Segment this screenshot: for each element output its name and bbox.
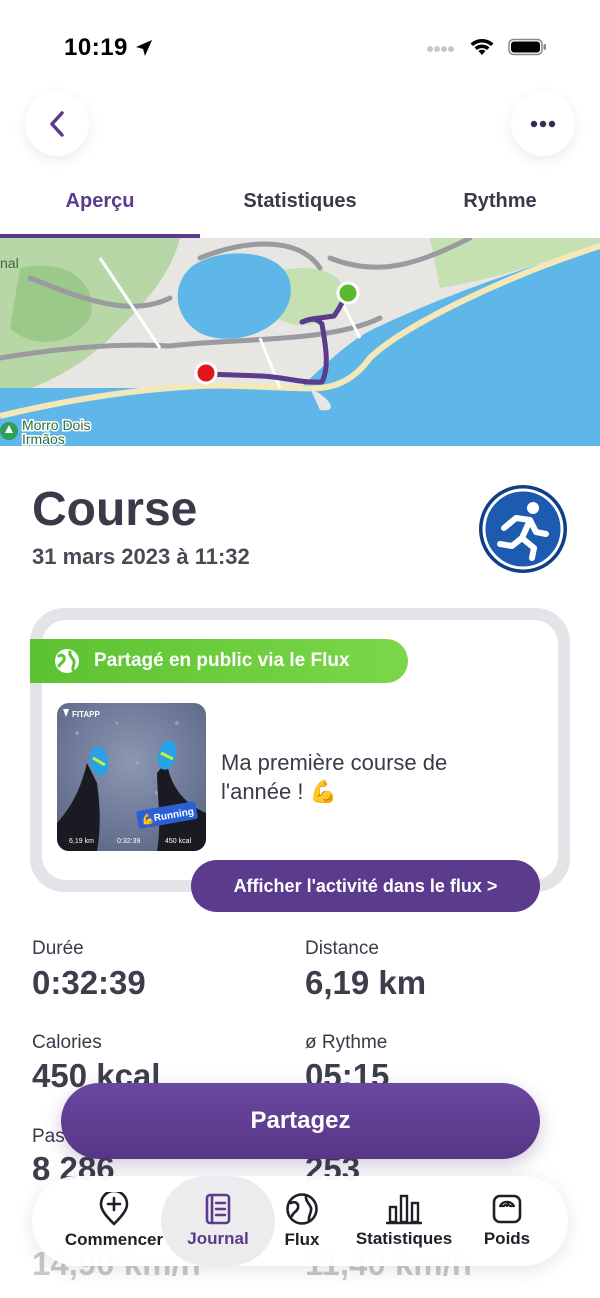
status-bar: 10:19 — [0, 0, 600, 96]
location-arrow-icon — [136, 40, 152, 56]
battery-icon — [508, 38, 546, 56]
nav-journal-label: Journal — [187, 1229, 249, 1248]
nav-journal[interactable]: Journal — [161, 1176, 275, 1266]
end-marker — [194, 361, 218, 385]
map-label-edge: nal — [0, 255, 19, 271]
stat-duration-value: 0:32:39 — [32, 964, 146, 1001]
route-map[interactable]: nal Morro Dois Irmãos — [0, 238, 600, 446]
nav-commencer-label: Commencer — [64, 1230, 164, 1249]
stat-pace-label: ø Rythme — [305, 1032, 388, 1053]
plus-pin-icon — [99, 1192, 129, 1226]
public-share-text: Partagé en public via le Flux — [94, 650, 350, 671]
tab-rythme[interactable]: Rythme — [400, 190, 600, 213]
share-button[interactable]: Partagez — [61, 1083, 540, 1159]
start-marker — [336, 281, 360, 305]
tab-statistiques[interactable]: Statistiques — [200, 190, 400, 213]
nav-flux[interactable]: Flux — [272, 1176, 332, 1266]
bottom-nav: Commencer Journal Flux Statistiques Poid… — [32, 1176, 568, 1266]
map-canvas: nal Morro Dois Irmãos — [0, 238, 600, 446]
scale-icon — [492, 1194, 522, 1224]
stat-steps-label: Pas — [32, 1126, 65, 1147]
status-indicators — [426, 38, 548, 56]
chevron-left-icon — [50, 111, 64, 137]
activity-date: 31 mars 2023 à 11:32 — [32, 544, 250, 569]
thumb-brand-label: FITAPP — [72, 710, 101, 719]
nav-commencer[interactable]: Commencer — [54, 1176, 174, 1266]
stat-duration-label: Durée — [32, 938, 84, 959]
nav-poids-label: Poids — [483, 1229, 531, 1248]
tab-bar: Aperçu Statistiques Rythme — [0, 180, 600, 238]
nav-poids[interactable]: Poids — [476, 1176, 538, 1266]
back-button[interactable] — [25, 92, 89, 156]
wifi-icon — [470, 39, 494, 55]
signal-icon — [427, 46, 454, 52]
view-in-feed-button[interactable]: Afficher l'activité dans le flux > — [191, 860, 540, 912]
bar-chart-icon — [386, 1194, 422, 1225]
thumb-stat-duration: 0:32:39 — [117, 838, 140, 845]
nav-flux-label: Flux — [284, 1230, 320, 1249]
thumb-stat-distance: 6,19 km — [69, 838, 94, 845]
globe-icon — [286, 1193, 318, 1225]
running-icon — [479, 485, 567, 573]
post-caption: Ma première course de l'année ! 💪 — [221, 750, 448, 804]
stat-distance-label: Distance — [305, 938, 379, 959]
nav-statistiques-label: Statistiques — [355, 1229, 453, 1248]
status-time: 10:19 — [64, 34, 128, 61]
more-options-button[interactable] — [511, 92, 575, 156]
tab-apercu[interactable]: Aperçu — [0, 190, 200, 213]
nav-statistiques[interactable]: Statistiques — [344, 1176, 464, 1266]
journal-icon — [205, 1193, 231, 1225]
public-share-banner: Partagé en public via le Flux — [30, 639, 408, 683]
activity-title: Course — [32, 483, 198, 536]
park-pin-icon — [0, 422, 18, 440]
post-thumbnail[interactable]: FITAPP 💪Running 6,19 km 0:32:39 450 kcal — [57, 703, 206, 851]
stat-distance-value: 6,19 km — [305, 964, 427, 1001]
map-label-landmark-line2: Irmãos — [22, 431, 65, 446]
globe-icon — [55, 649, 79, 673]
more-dots-icon — [530, 120, 556, 128]
thumb-stat-calories: 450 kcal — [165, 838, 192, 845]
stat-calories-label: Calories — [32, 1032, 102, 1053]
